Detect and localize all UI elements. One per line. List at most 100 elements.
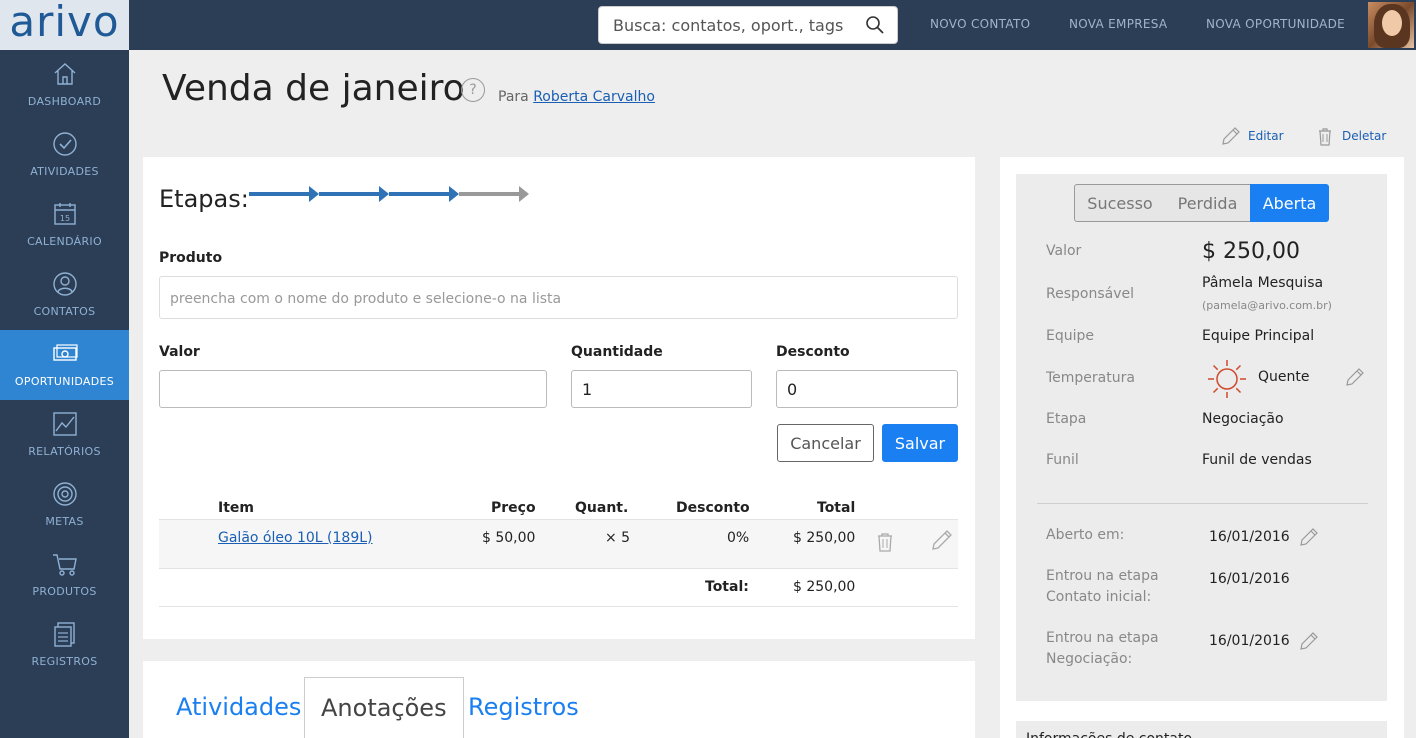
avatar-face <box>1382 10 1402 36</box>
valor-label: Valor <box>1046 243 1082 259</box>
col-preco: Preço <box>491 500 536 516</box>
avatar[interactable] <box>1368 2 1414 48</box>
sidebar-item-label: METAS <box>45 515 84 528</box>
produto-label: Produto <box>159 250 223 266</box>
sidebar-item-produtos[interactable]: PRODUTOS <box>0 540 129 610</box>
valor-input[interactable] <box>159 370 547 408</box>
edit-label: Editar <box>1248 129 1284 143</box>
trash-icon[interactable] <box>875 531 895 553</box>
tab-anotacoes[interactable]: Anotações <box>304 677 464 738</box>
stage-arrow <box>389 186 459 202</box>
stage-progress <box>249 186 529 202</box>
temperatura-value: Quente <box>1258 369 1310 385</box>
sidebar-item-dashboard[interactable]: DASHBOARD <box>0 50 129 120</box>
target-icon <box>52 482 77 506</box>
novo-contato-link[interactable]: NOVO CONTATO <box>930 17 1030 31</box>
para-prefix: Para <box>498 89 529 105</box>
table-row: Galão óleo 10L (189L) $ 50,00 × 5 0% $ 2… <box>159 519 958 569</box>
tab-atividades[interactable]: Atividades <box>176 693 301 721</box>
sidebar-item-calendario[interactable]: 15 CALENDÁRIO <box>0 190 129 260</box>
row-desconto: 0% <box>727 530 750 546</box>
cancel-button[interactable]: Cancelar <box>777 424 874 462</box>
etapa-inicial-line2: Contato inicial: <box>1046 589 1152 605</box>
top-bar: arivo NOVO CONTATO NOVA EMPRESA NOVA OPO… <box>0 0 1416 50</box>
money-icon <box>52 344 78 361</box>
status-sucesso[interactable]: Sucesso <box>1074 184 1166 222</box>
pencil-icon[interactable] <box>930 528 954 552</box>
save-button[interactable]: Salvar <box>882 424 958 462</box>
total-row: Total: $ 250,00 <box>159 568 958 607</box>
tabs-card: Atividades Anotações Registros <box>143 661 975 738</box>
pencil-icon[interactable] <box>1298 526 1320 548</box>
sidebar-item-label: REGISTROS <box>31 655 98 668</box>
sidebar-item-label: PRODUTOS <box>32 585 97 598</box>
tab-registros[interactable]: Registros <box>468 693 579 721</box>
sidebar-item-label: RELATÓRIOS <box>28 445 101 458</box>
divider <box>1037 503 1368 504</box>
trash-icon <box>1319 128 1331 146</box>
logo-text: arivo <box>9 0 120 46</box>
pencil-icon[interactable] <box>1344 366 1366 388</box>
etapa-inicial-label: Entrou na etapa Contato inicial: <box>1046 566 1159 608</box>
temperatura-label: Temperatura <box>1046 370 1135 386</box>
sidebar-item-label: OPORTUNIDADES <box>14 375 115 388</box>
sidebar-item-label: DASHBOARD <box>27 95 102 108</box>
stage-arrow <box>319 186 389 202</box>
responsavel-email: (pamela@arivo.com.br) <box>1202 299 1332 312</box>
total-label: Total: <box>705 579 749 595</box>
etapa-label: Etapa <box>1046 411 1087 427</box>
status-perdida[interactable]: Perdida <box>1165 184 1251 222</box>
delete-button[interactable]: Deletar <box>1314 125 1386 147</box>
aberto-label: Aberto em: <box>1046 527 1125 543</box>
quantidade-input[interactable] <box>571 370 752 408</box>
nova-oportunidade-link[interactable]: NOVA OPORTUNIDADE <box>1206 17 1345 31</box>
details-box: Sucesso Perdida Aberta Valor $ 250,00 Re… <box>1016 174 1387 701</box>
stage-arrow <box>249 186 319 202</box>
contact-link[interactable]: Roberta Carvalho <box>533 89 655 105</box>
etapa-inicial-value: 16/01/2016 <box>1209 571 1290 587</box>
sidebar-item-oportunidades[interactable]: OPORTUNIDADES <box>0 330 129 400</box>
etapa-inicial-line1: Entrou na etapa <box>1046 568 1159 584</box>
sidebar-item-relatorios[interactable]: RELATÓRIOS <box>0 400 129 470</box>
desconto-label: Desconto <box>776 344 850 360</box>
details-panel: Sucesso Perdida Aberta Valor $ 250,00 Re… <box>1000 157 1404 738</box>
nova-empresa-link[interactable]: NOVA EMPRESA <box>1069 17 1167 31</box>
sidebar-item-atividades[interactable]: ATIVIDADES <box>0 120 129 190</box>
etapa-neg-label: Entrou na etapa Negociação: <box>1046 628 1159 670</box>
row-preco: $ 50,00 <box>482 530 536 546</box>
user-icon <box>52 272 77 296</box>
row-item: Galão óleo 10L (189L) <box>218 530 373 546</box>
row-total: $ 250,00 <box>793 530 856 546</box>
chart-icon <box>52 412 77 436</box>
search-box[interactable] <box>598 6 898 44</box>
product-link[interactable]: Galão óleo 10L (189L) <box>218 530 373 546</box>
pencil-icon <box>1222 127 1240 145</box>
delete-label: Deletar <box>1342 129 1387 143</box>
equipe-value: Equipe Principal <box>1202 328 1315 344</box>
sidebar-item-metas[interactable]: METAS <box>0 470 129 540</box>
funil-label: Funil <box>1046 452 1079 468</box>
edit-button[interactable]: Editar <box>1220 125 1284 147</box>
col-desconto: Desconto <box>676 500 750 516</box>
logo[interactable]: arivo <box>0 0 129 50</box>
sidebar-item-contatos[interactable]: CONTATOS <box>0 260 129 330</box>
responsavel-name: Pâmela Mesquisa <box>1202 275 1324 291</box>
check-circle-icon <box>52 132 77 156</box>
col-item: Item <box>218 500 254 516</box>
sidebar-item-label: CONTATOS <box>33 305 96 318</box>
search-input[interactable] <box>613 15 865 35</box>
valor-label: Valor <box>159 344 200 360</box>
search-icon[interactable] <box>865 15 885 35</box>
help-icon[interactable]: ? <box>461 78 485 102</box>
stage-arrow <box>459 186 529 202</box>
desconto-input[interactable] <box>776 370 958 408</box>
contact-info-header: Informações de contato <box>1016 721 1387 738</box>
sidebar-item-registros[interactable]: REGISTROS <box>0 610 129 680</box>
sidebar-item-label: CALENDÁRIO <box>27 235 102 248</box>
records-icon <box>53 622 75 647</box>
col-total: Total <box>817 500 856 516</box>
produto-input[interactable] <box>159 276 958 319</box>
product-card: Etapas: Produto Valor Quantidade Descont… <box>143 157 975 639</box>
status-aberta[interactable]: Aberta <box>1250 184 1329 222</box>
pencil-icon[interactable] <box>1298 630 1320 652</box>
